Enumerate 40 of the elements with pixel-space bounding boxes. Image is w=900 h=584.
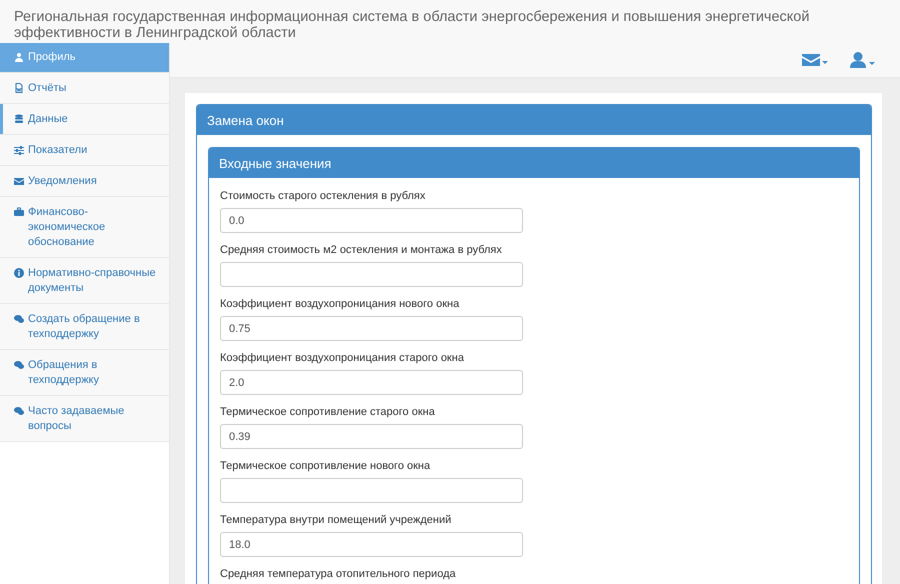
input-field[interactable]: 2.0 xyxy=(220,370,523,395)
sidebar-item[interactable]: Создать обращение в техподдержку xyxy=(0,304,169,350)
sidebar-item[interactable]: Профиль xyxy=(0,43,169,73)
field-label: Средняя температура отопительного периода xyxy=(220,568,457,580)
field-label: Термическое сопротивление нового окна xyxy=(220,460,432,472)
field-label: Стоимость старого остекления в рублях xyxy=(220,190,426,202)
input-field[interactable] xyxy=(220,262,523,287)
document-icon xyxy=(14,83,24,93)
envelope-icon xyxy=(14,176,24,186)
sidebar-item[interactable]: Часто задаваемые вопросы xyxy=(0,396,169,442)
chat-icon xyxy=(14,406,24,416)
sidebar-item[interactable]: Показатели xyxy=(0,135,169,166)
briefcase-icon xyxy=(14,207,24,217)
sidebar-item[interactable]: Нормативно-справочные документы xyxy=(0,258,169,304)
field-label: Коэффициент воздухопроницания старого окна xyxy=(220,352,465,364)
mail-menu-button[interactable] xyxy=(802,53,828,67)
person-icon xyxy=(14,52,24,62)
field-label: Температура внутри помещений учреждений xyxy=(220,514,452,526)
database-icon xyxy=(14,114,24,124)
field-label: Термическое сопротивление старого окна xyxy=(220,406,436,418)
chat-icon xyxy=(14,314,24,324)
input-field[interactable] xyxy=(220,478,523,503)
user-menu-button[interactable] xyxy=(850,52,876,68)
input-field[interactable]: 0.75 xyxy=(220,316,523,341)
sidebar-item[interactable]: Данные xyxy=(0,104,169,135)
chat-icon xyxy=(14,360,24,370)
sidebar-item[interactable]: Обращения в техподдержку xyxy=(0,350,169,396)
info-icon xyxy=(14,268,24,278)
sliders-icon xyxy=(14,145,24,155)
sidebar-item[interactable]: Уведомления xyxy=(0,166,169,197)
input-field[interactable]: 0.0 xyxy=(220,208,523,233)
panel-title: Замена окон xyxy=(197,105,871,135)
sidebar-item[interactable]: Отчёты xyxy=(0,73,169,104)
system-title: Региональная государственная информационная система в области энергосбережения и повышения энергетической эффективности в Ленинградской области xyxy=(14,9,810,41)
field-label: Средняя стоимость м2 остекления и монтажа в рублях xyxy=(220,244,503,256)
sidebar-item[interactable]: Финансово-экономическое обоснование xyxy=(0,197,169,258)
input-field[interactable]: 0.39 xyxy=(220,424,523,449)
field-label: Коэффициент воздухопроницания нового окна xyxy=(220,298,460,310)
panel-title: Входные значения xyxy=(209,148,859,178)
input-field[interactable]: 18.0 xyxy=(220,532,523,557)
